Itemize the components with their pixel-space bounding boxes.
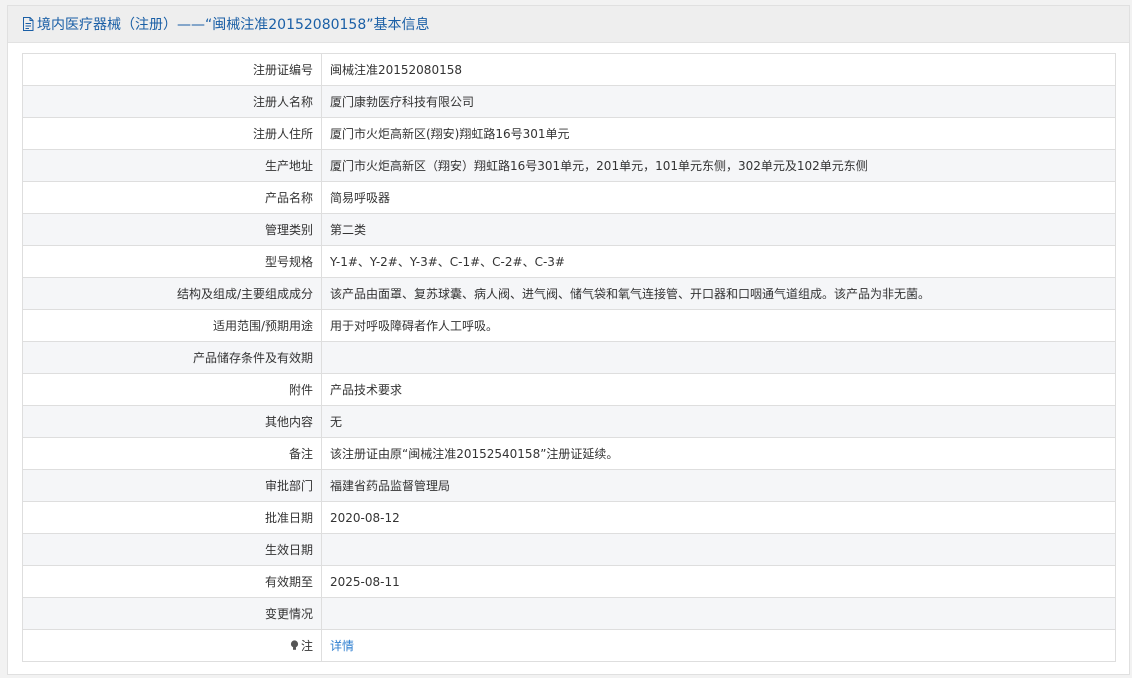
field-value bbox=[321, 341, 1116, 374]
table-row: 适用范围/预期用途 用于对呼吸障碍者作人工呼吸。 bbox=[22, 309, 1116, 342]
note-label: 注 bbox=[300, 639, 313, 653]
panel-header: 境内医疗器械（注册）——“闽械注准20152080158”基本信息 bbox=[8, 6, 1129, 43]
field-value: 闽械注准20152080158 bbox=[321, 53, 1116, 86]
field-label: 产品名称 bbox=[22, 181, 322, 214]
field-value: 第二类 bbox=[321, 213, 1116, 246]
table-row: 产品储存条件及有效期 bbox=[22, 341, 1116, 374]
info-panel: 境内医疗器械（注册）——“闽械注准20152080158”基本信息 注册证编号闽… bbox=[7, 5, 1130, 675]
table-row: 审批部门 福建省药品监督管理局 bbox=[22, 469, 1116, 502]
table-row: 产品名称 简易呼吸器 bbox=[22, 181, 1116, 214]
table-row: 有效期至 2025-08-11 bbox=[22, 565, 1116, 598]
field-label: 管理类别 bbox=[22, 213, 322, 246]
field-value: 福建省药品监督管理局 bbox=[321, 469, 1116, 502]
field-label: 变更情况 bbox=[22, 597, 322, 630]
field-label: 其他内容 bbox=[22, 405, 322, 438]
field-value: 厦门市火炬高新区(翔安)翔虹路16号301单元 bbox=[321, 117, 1116, 150]
table-row: 注册人名称 厦门康勃医疗科技有限公司 bbox=[22, 85, 1116, 118]
field-label: 型号规格 bbox=[22, 245, 322, 278]
field-value: 无 bbox=[321, 405, 1116, 438]
field-value bbox=[321, 533, 1116, 566]
page-title: 境内医疗器械（注册）——“闽械注准20152080158”基本信息 bbox=[37, 17, 430, 33]
field-label: 审批部门 bbox=[22, 469, 322, 502]
field-label: 结构及组成/主要组成成分 bbox=[22, 277, 322, 310]
table-row-note: 注 详情 bbox=[22, 629, 1116, 662]
field-value: 用于对呼吸障碍者作人工呼吸。 bbox=[321, 309, 1116, 342]
field-value: 简易呼吸器 bbox=[321, 181, 1116, 214]
table-row: 批准日期 2020-08-12 bbox=[22, 501, 1116, 534]
field-value: 厦门康勃医疗科技有限公司 bbox=[321, 85, 1116, 118]
field-value: 该产品由面罩、复苏球囊、病人阀、进气阀、储气袋和氧气连接管、开口器和口咽通气道组… bbox=[321, 277, 1116, 310]
note-label-cell: 注 bbox=[22, 629, 322, 662]
field-label: 适用范围/预期用途 bbox=[22, 309, 322, 342]
details-link[interactable]: 详情 bbox=[330, 639, 354, 653]
field-label: 产品储存条件及有效期 bbox=[22, 341, 322, 374]
field-value: 2020-08-12 bbox=[321, 501, 1116, 534]
table-row: 注册人住所 厦门市火炬高新区(翔安)翔虹路16号301单元 bbox=[22, 117, 1116, 150]
table-row: 结构及组成/主要组成成分 该产品由面罩、复苏球囊、病人阀、进气阀、储气袋和氧气连接… bbox=[22, 277, 1116, 310]
document-icon bbox=[22, 17, 34, 31]
field-value: 该注册证由原“闽械注准20152540158”注册证延续。 bbox=[321, 437, 1116, 470]
field-label: 注册证编号 bbox=[22, 53, 322, 86]
note-value-cell: 详情 bbox=[321, 629, 1116, 662]
info-table: 注册证编号 闽械注准20152080158 注册人名称 厦门康勃医疗科技有限公司 注册人… bbox=[22, 53, 1116, 662]
field-label: 批准日期 bbox=[22, 501, 322, 534]
table-row: 生产地址 厦门市火炬高新区（翔安）翔虹路16号301单元，201单元，101单元东… bbox=[22, 149, 1116, 182]
field-label: 附件 bbox=[22, 373, 322, 406]
field-value: Y-1#、Y-2#、Y-3#、C-1#、C-2#、C-3# bbox=[321, 245, 1116, 278]
table-row: 其他内容无 bbox=[22, 405, 1116, 438]
table-row: 注册证编号 闽械注准20152080158 bbox=[22, 53, 1116, 86]
table-row: 生效日期 bbox=[22, 533, 1116, 566]
field-label: 注册人住所 bbox=[22, 117, 322, 150]
table-row: 管理类别 第二类 bbox=[22, 213, 1116, 246]
table-row: 变更情况 bbox=[22, 597, 1116, 630]
table-row: 备注 该注册证由原“闽械注准20152540158”注册证延续。 bbox=[22, 437, 1116, 470]
lightbulb-icon bbox=[290, 640, 299, 651]
field-label: 有效期至 bbox=[22, 565, 322, 598]
table-row: 附件 产品技术要求 bbox=[22, 373, 1116, 406]
field-value bbox=[321, 597, 1116, 630]
field-value: 产品技术要求 bbox=[321, 373, 1116, 406]
field-label: 生产地址 bbox=[22, 149, 322, 182]
field-label: 注册人名称 bbox=[22, 85, 322, 118]
field-label: 备注 bbox=[22, 437, 322, 470]
field-label: 生效日期 bbox=[22, 533, 322, 566]
field-value: 2025-08-11 bbox=[321, 565, 1116, 598]
field-value: 厦门市火炬高新区（翔安）翔虹路16号301单元，201单元，101单元东侧，30… bbox=[321, 149, 1116, 182]
table-row: 型号规格 Y-1#、Y-2#、Y-3#、C-1#、C-2#、C-3# bbox=[22, 245, 1116, 278]
